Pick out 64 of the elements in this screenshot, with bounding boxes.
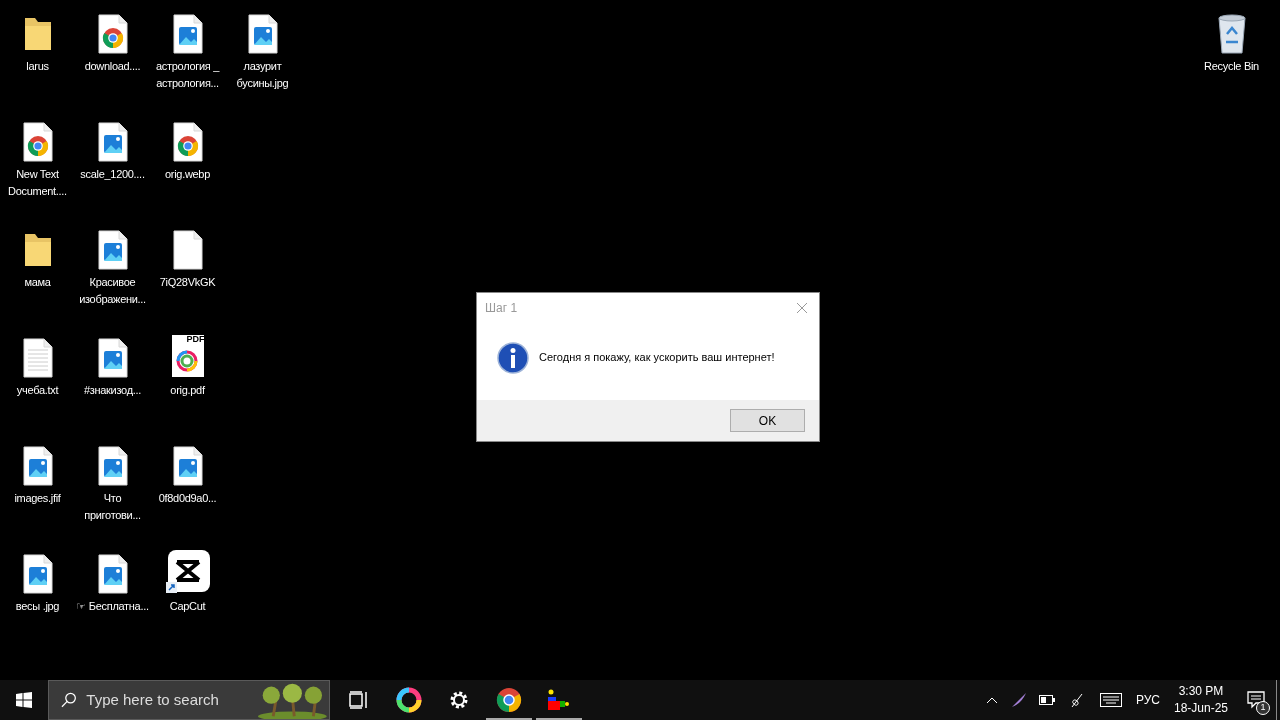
image-file-icon bbox=[21, 446, 54, 486]
search-box[interactable]: Type here to search bbox=[48, 680, 330, 720]
close-icon bbox=[796, 302, 808, 314]
image-file-icon bbox=[171, 14, 204, 54]
clock-date[interactable]: 18-Jun-25 bbox=[1173, 700, 1228, 717]
desktop-icon-label[interactable]: orig.pdf bbox=[150, 382, 225, 399]
desktop-icon-label[interactable]: ☞ Бесплатна... bbox=[75, 598, 150, 615]
desktop-icon-label[interactable]: 7iQ28VkGK bbox=[150, 274, 225, 291]
windows-logo-icon bbox=[16, 692, 32, 708]
desktop-icon-label[interactable]: астрология _ астрология... bbox=[150, 58, 225, 92]
keyboard-icon[interactable] bbox=[1099, 693, 1122, 707]
chrome-file-icon bbox=[171, 122, 204, 162]
pdf-label: PDF bbox=[186, 335, 205, 344]
desktop-icon-label[interactable]: images.jfif bbox=[0, 490, 75, 507]
search-input[interactable]: Type here to search bbox=[86, 688, 247, 712]
text-file-icon bbox=[21, 338, 54, 378]
desktop-icon-label[interactable]: Что приготови... bbox=[75, 490, 150, 524]
desktop-icon-label[interactable]: scale_1200.... bbox=[75, 166, 150, 183]
desktop-icon-label[interactable]: download.... bbox=[75, 58, 150, 75]
task-view-icon bbox=[349, 691, 369, 709]
ok-button[interactable]: OK bbox=[730, 409, 805, 432]
desktop-icon-label[interactable]: 0f8d0d9a0... bbox=[150, 490, 225, 507]
pen-icon[interactable] bbox=[1069, 692, 1084, 708]
language-indicator[interactable]: РУС bbox=[1135, 691, 1160, 709]
desktop-icon-label[interactable]: лазурит бусины.jpg bbox=[225, 58, 300, 92]
chrome-icon bbox=[496, 687, 522, 713]
dialog-title: Шаг 1 bbox=[485, 300, 518, 317]
chrome-file-icon bbox=[21, 122, 54, 162]
blank-file-icon bbox=[171, 230, 204, 270]
search-icon bbox=[61, 692, 77, 708]
image-file-icon bbox=[96, 446, 129, 486]
pdf-file-icon bbox=[169, 334, 206, 378]
info-icon bbox=[497, 341, 529, 374]
dialog-message: Сегодня я покажу, как ускорить ваш интернет! bbox=[539, 350, 775, 366]
desktop-icon-label[interactable]: учеба.txt bbox=[0, 382, 75, 399]
desktop-icon-label[interactable]: larus bbox=[0, 58, 75, 75]
image-file-icon bbox=[21, 554, 54, 594]
desktop-icon-label[interactable]: Красивое изображени... bbox=[75, 274, 150, 308]
notification-count: 1 bbox=[1256, 701, 1270, 715]
color-wheel-icon bbox=[396, 687, 422, 713]
chrome-file-icon bbox=[96, 14, 129, 54]
capcut-shortcut-icon bbox=[165, 550, 210, 594]
image-file-icon bbox=[171, 446, 204, 486]
settings-icon bbox=[448, 689, 470, 711]
trees-illustration-icon bbox=[256, 681, 329, 719]
blocks-icon bbox=[546, 689, 572, 711]
image-file-icon bbox=[246, 14, 279, 54]
desktop-icon-label[interactable]: #знакизод... bbox=[75, 382, 150, 399]
running-indicator bbox=[486, 718, 532, 720]
desktop-icon-label[interactable]: New Text Document.... bbox=[0, 166, 75, 200]
image-file-icon bbox=[96, 122, 129, 162]
desktop-icon-label[interactable]: весы .jpg bbox=[0, 598, 75, 615]
clock-time[interactable]: 3:30 PM bbox=[1178, 683, 1224, 700]
image-file-icon bbox=[96, 554, 129, 594]
desktop-icon-label[interactable]: CapCut bbox=[150, 598, 225, 615]
battery-icon[interactable] bbox=[1038, 695, 1055, 705]
running-indicator bbox=[536, 718, 582, 720]
chevron-up-icon[interactable] bbox=[985, 696, 998, 704]
notifications-icon[interactable] bbox=[1247, 691, 1265, 709]
desktop-icon-label[interactable]: мама bbox=[0, 274, 75, 291]
image-file-icon bbox=[96, 230, 129, 270]
image-file-icon bbox=[96, 338, 129, 378]
desktop-icon-label[interactable]: orig.webp bbox=[150, 166, 225, 183]
desktop-icon-label[interactable]: Recycle Bin bbox=[1194, 58, 1269, 75]
